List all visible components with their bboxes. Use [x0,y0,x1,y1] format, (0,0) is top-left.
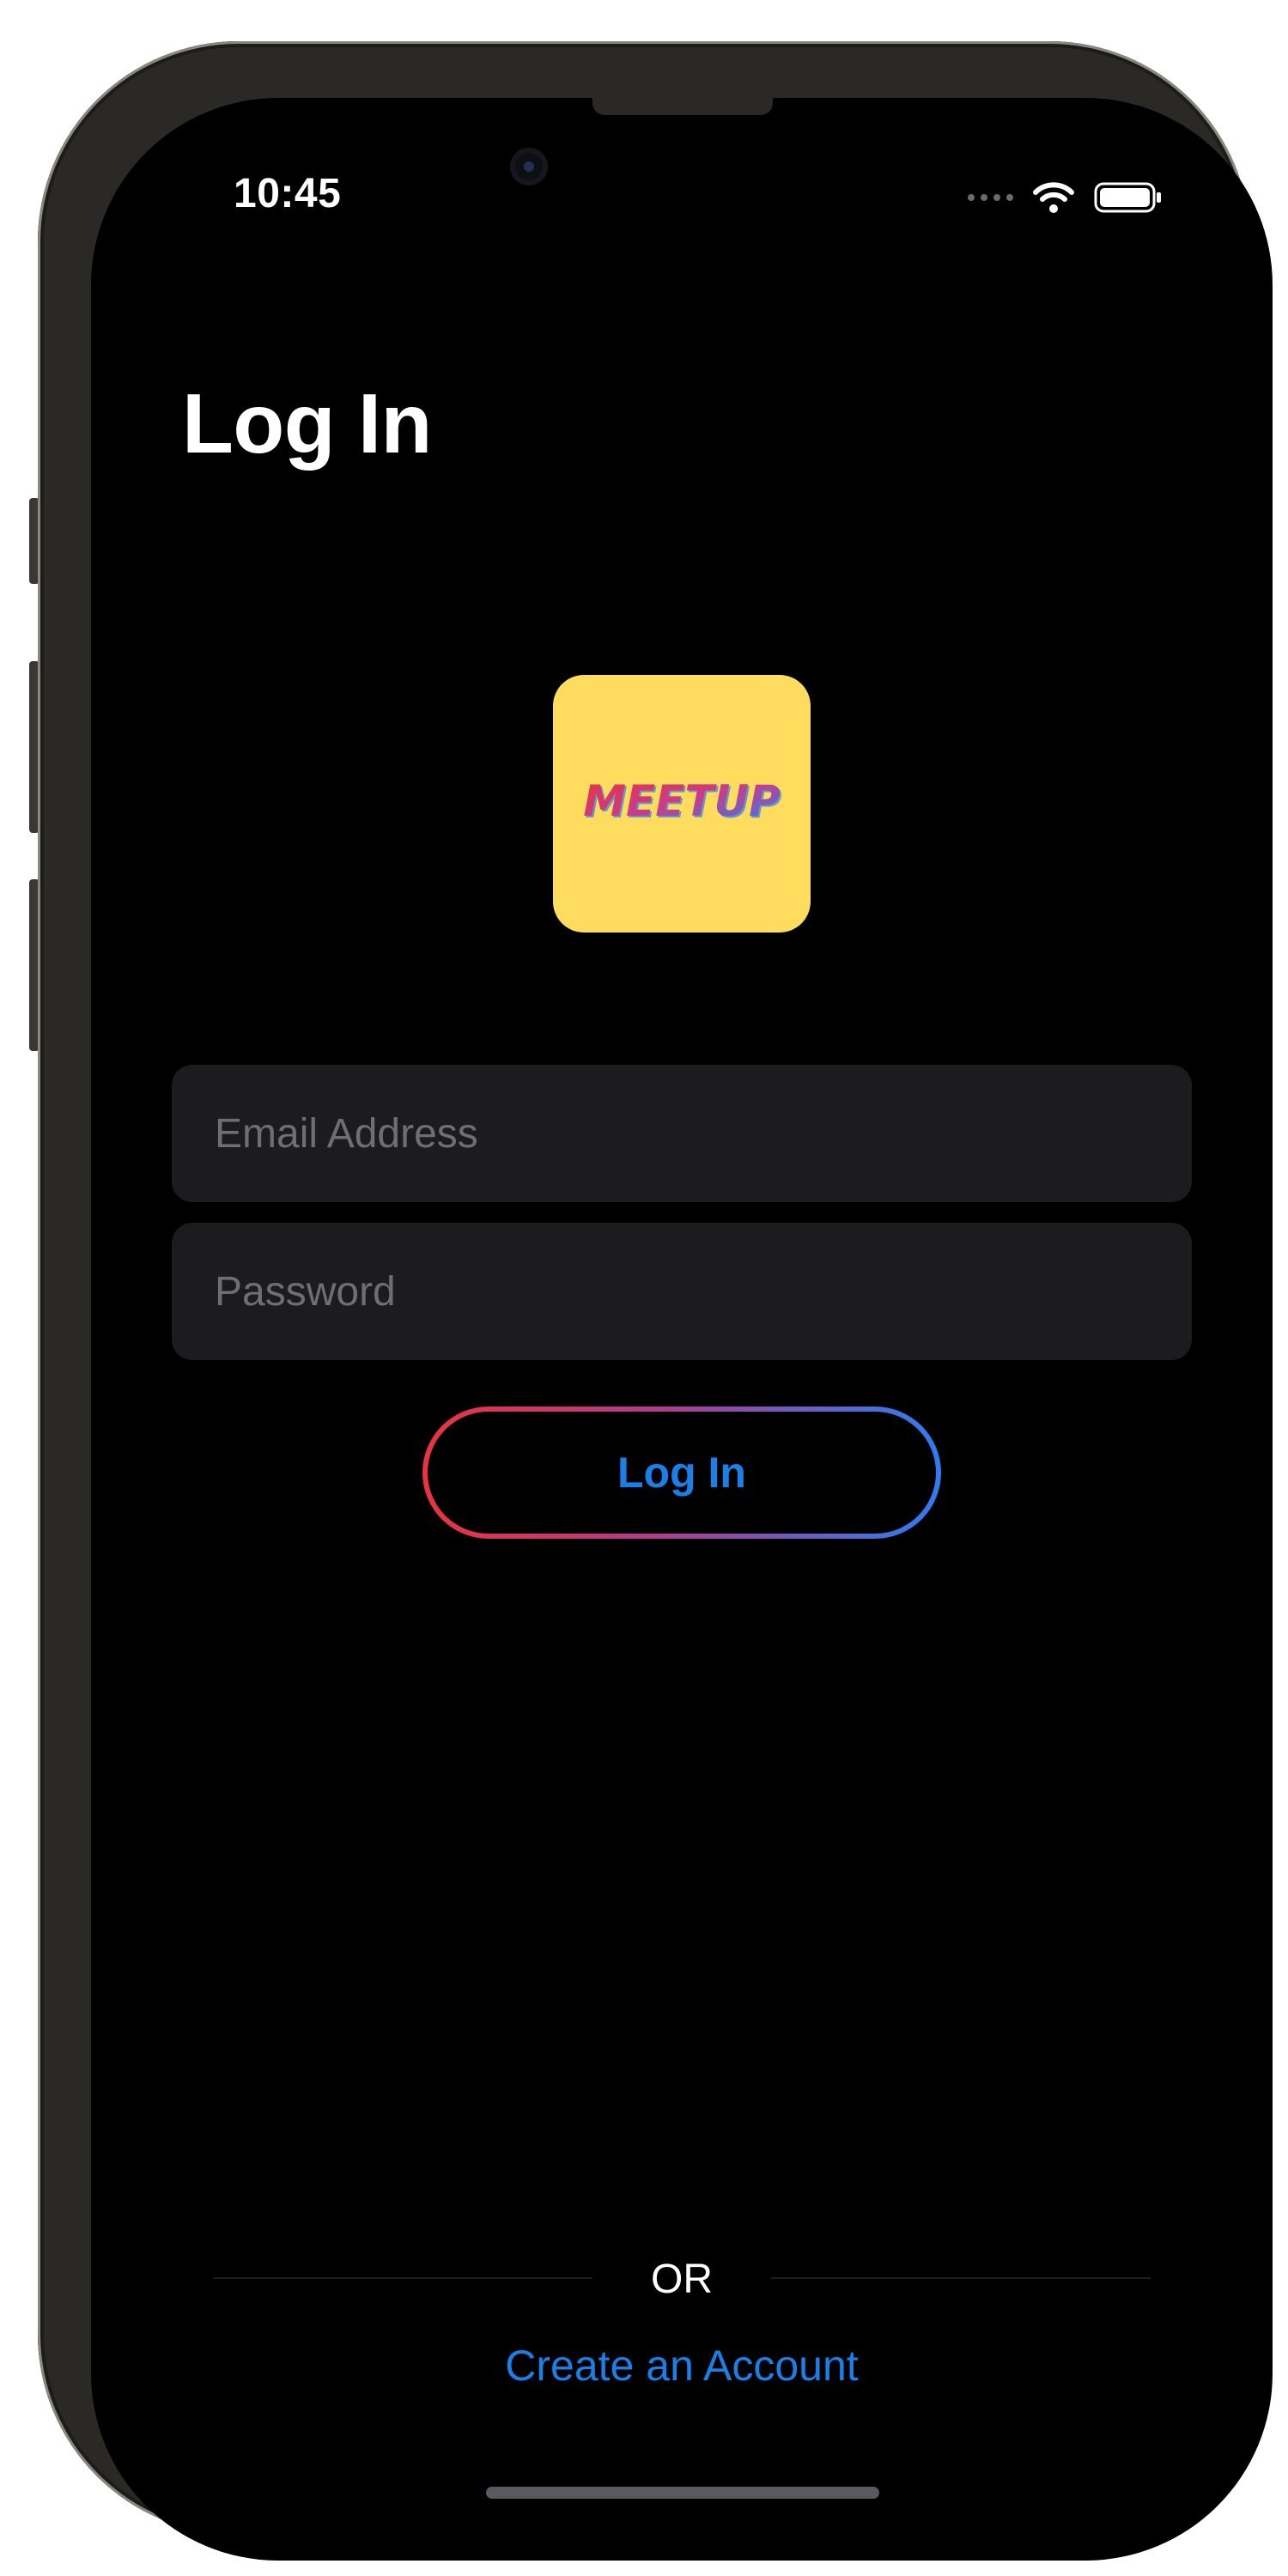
divider-left [213,2277,592,2279]
meetup-wordmark: MEETUP MEETUP [583,776,781,828]
status-icons [968,180,1163,215]
email-field[interactable] [172,1065,1192,1202]
speaker-notch [592,98,773,115]
battery-icon [1094,182,1161,213]
home-indicator [486,2487,879,2499]
or-divider-label: OR [651,2257,713,2302]
divider-right [771,2277,1151,2279]
email-input[interactable] [213,1109,1161,1158]
create-account-link[interactable]: Create an Account [424,2341,939,2391]
wifi-icon [1033,182,1074,213]
login-button[interactable]: Log In [422,1406,941,1539]
password-field[interactable] [172,1223,1192,1360]
app-screen: 10:45 Log In MEETUP MEETUP Email Address… [91,98,1273,2561]
front-camera-icon [510,148,548,185]
logo-text: MEETUP [583,776,780,826]
cellular-signal-icon [968,194,1013,201]
password-input[interactable] [213,1267,1161,1316]
meetup-logo: MEETUP MEETUP [553,675,811,933]
phone-frame: 10:45 Log In MEETUP MEETUP Email Address… [38,41,1273,2561]
page-title: Log In [182,376,432,471]
login-button-label: Log In [617,1449,746,1497]
status-time: 10:45 [234,171,342,216]
